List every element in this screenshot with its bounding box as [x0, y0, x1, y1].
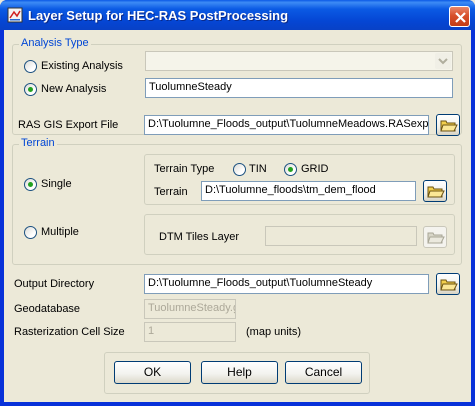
- single-terrain-panel: Terrain Type TIN GRID Terrain D:\Tuolumn…: [144, 154, 455, 205]
- output-directory-input[interactable]: D:\Tuolumne_Floods_output\TuolumneSteady: [144, 274, 429, 294]
- ras-export-file-input[interactable]: D:\Tuolumne_Floods_output\TuolumneMeadow…: [144, 115, 429, 135]
- cancel-button[interactable]: Cancel: [285, 361, 362, 384]
- dtm-tiles-input: [265, 226, 417, 246]
- folder-open-icon: [440, 120, 458, 132]
- tin-radio[interactable]: [233, 163, 246, 176]
- single-terrain-label[interactable]: Single: [41, 178, 72, 190]
- terrain-legend: Terrain: [19, 137, 57, 149]
- single-terrain-radio[interactable]: [24, 178, 37, 191]
- tin-label[interactable]: TIN: [249, 163, 267, 175]
- terrain-field-label: Terrain: [154, 186, 188, 198]
- grid-label[interactable]: GRID: [301, 163, 329, 175]
- button-panel: OK Help Cancel: [104, 352, 370, 394]
- new-analysis-radio[interactable]: [24, 83, 37, 96]
- chevron-down-icon: [435, 53, 451, 69]
- cell-size-input: 1: [144, 322, 236, 342]
- geodatabase-input: TuolumneSteady.gdb: [144, 299, 236, 319]
- existing-analysis-dropdown[interactable]: [145, 51, 453, 71]
- title-bar[interactable]: Layer Setup for HEC-RAS PostProcessing: [0, 0, 475, 30]
- dtm-tiles-browse-button: [423, 226, 447, 248]
- ok-button[interactable]: OK: [114, 361, 191, 384]
- cell-size-units: (map units): [246, 326, 302, 338]
- folder-open-icon: [440, 279, 458, 291]
- grid-radio[interactable]: [284, 163, 297, 176]
- analysis-type-legend: Analysis Type: [19, 37, 91, 49]
- terrain-type-label: Terrain Type: [154, 163, 215, 175]
- output-directory-browse-button[interactable]: [436, 273, 460, 295]
- cell-size-label: Rasterization Cell Size: [14, 326, 125, 338]
- ras-export-label: RAS GIS Export File: [18, 119, 119, 131]
- geodatabase-label: Geodatabase: [14, 303, 81, 315]
- ras-export-browse-button[interactable]: [436, 114, 460, 136]
- terrain-path-input[interactable]: D:\Tuolumne_floods\tm_dem_flood: [201, 181, 416, 201]
- new-analysis-label[interactable]: New Analysis: [41, 83, 106, 95]
- window-title: Layer Setup for HEC-RAS PostProcessing: [28, 8, 289, 23]
- existing-analysis-label[interactable]: Existing Analysis: [41, 60, 123, 72]
- dialog-window: Layer Setup for HEC-RAS PostProcessing A…: [0, 0, 475, 406]
- existing-analysis-radio[interactable]: [24, 60, 37, 73]
- output-directory-label: Output Directory: [14, 278, 95, 290]
- dialog-body: Analysis Type Existing Analysis New Anal…: [4, 30, 471, 402]
- layers-app-icon: [7, 7, 23, 23]
- close-icon: [455, 12, 466, 23]
- new-analysis-name-input[interactable]: TuolumneSteady: [145, 78, 453, 98]
- close-button[interactable]: [449, 6, 470, 27]
- help-button[interactable]: Help: [201, 361, 278, 384]
- multiple-terrain-label[interactable]: Multiple: [41, 226, 79, 238]
- folder-open-icon: [427, 232, 445, 244]
- terrain-browse-button[interactable]: [423, 180, 447, 202]
- dtm-tiles-label: DTM Tiles Layer: [159, 231, 240, 243]
- multiple-terrain-panel: DTM Tiles Layer: [144, 214, 455, 255]
- terrain-group: Terrain Single Terrain Type TIN GRID Ter…: [12, 137, 462, 265]
- multiple-terrain-radio[interactable]: [24, 226, 37, 239]
- folder-open-icon: [427, 186, 445, 198]
